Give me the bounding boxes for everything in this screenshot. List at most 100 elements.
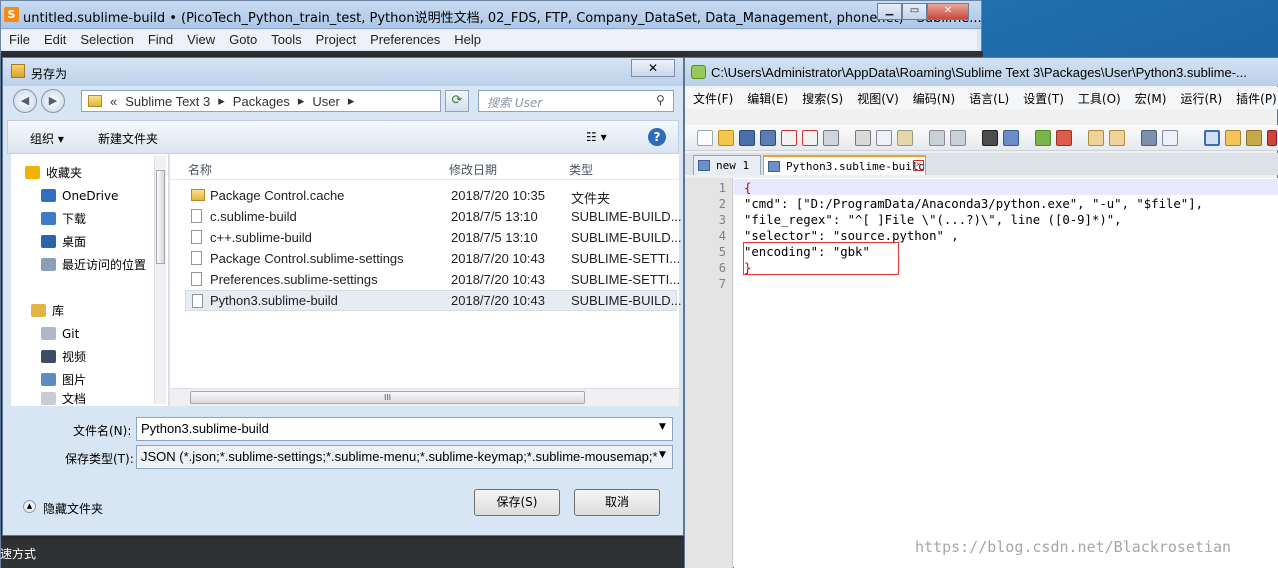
redo-icon[interactable] (950, 130, 966, 146)
nav-item-pictures[interactable]: 图片 (41, 368, 161, 391)
npp-menu-view[interactable]: 视图(V) (849, 87, 905, 109)
copy-icon[interactable] (876, 130, 892, 146)
code-editor[interactable]: { "cmd": ["D:/ProgramData/Anaconda3/pyth… (734, 178, 1278, 568)
back-arrow-icon[interactable]: ◀ (13, 89, 37, 113)
nav-item-desktop[interactable]: 桌面 (41, 230, 161, 253)
horizontal-scrollbar[interactable]: III (170, 388, 679, 406)
view-options-icon[interactable]: ☷ ▾ (586, 130, 607, 144)
address-bar[interactable]: « Sublime Text 3 ▸ Packages ▸ User ▸ (81, 90, 441, 112)
chevron-down-icon[interactable]: ▼ (659, 422, 666, 432)
breadcrumb-sublime-text-3[interactable]: Sublime Text 3 (121, 94, 214, 109)
organize-button[interactable]: 组织 ▾ (30, 130, 64, 147)
help-icon[interactable]: ? (648, 128, 666, 146)
open-file-icon[interactable] (718, 130, 734, 146)
tab-close-icon[interactable]: ✕ (913, 160, 924, 171)
file-row[interactable]: c.sublime-build 2018/7/5 13:10 SUBLIME-B… (185, 206, 682, 227)
forward-arrow-icon[interactable]: ▶ (41, 89, 65, 113)
nav-item-documents[interactable]: 文档 (41, 391, 161, 405)
npp-menu-encoding[interactable]: 编码(N) (905, 87, 961, 109)
file-row-selected[interactable]: Python3.sublime-build 2018/7/20 10:43 SU… (185, 290, 682, 311)
print-icon[interactable] (823, 130, 839, 146)
menu-tools[interactable]: Tools (263, 30, 307, 50)
record-macro-icon[interactable] (1267, 130, 1277, 146)
cancel-button[interactable]: 取消 (574, 489, 660, 516)
file-row[interactable]: Preferences.sublime-settings 2018/7/20 1… (185, 269, 680, 290)
show-symbols-icon[interactable] (1162, 130, 1178, 146)
tab-new-1[interactable]: new 1 (693, 155, 761, 175)
nav-item-onedrive[interactable]: OneDrive (41, 184, 161, 207)
nav-item-recent-places[interactable]: 最近访问的位置 (41, 253, 167, 276)
npp-menu-run[interactable]: 运行(R) (1172, 87, 1228, 109)
replace-icon[interactable] (1003, 130, 1019, 146)
zoom-out-icon[interactable] (1056, 130, 1072, 146)
nav-item-git[interactable]: Git (41, 322, 161, 345)
menu-selection[interactable]: Selection (72, 30, 139, 50)
chevron-up-icon[interactable]: ▲ (23, 500, 36, 513)
breadcrumb-packages[interactable]: Packages (229, 94, 294, 109)
npp-menu-file[interactable]: 文件(F) (685, 87, 739, 109)
npp-menu-edit[interactable]: 编辑(E) (739, 87, 794, 109)
file-row[interactable]: Package Control.cache 2018/7/20 10:35 文件… (185, 185, 677, 206)
paste-icon[interactable] (897, 130, 913, 146)
menu-view[interactable]: View (179, 30, 221, 50)
npp-menu-search[interactable]: 搜索(S) (794, 87, 849, 109)
new-file-icon[interactable] (697, 130, 713, 146)
chevron-down-icon[interactable]: ▼ (659, 450, 666, 460)
npp-menu-plugins[interactable]: 插件(P) (1228, 87, 1278, 109)
npp-menu-language[interactable]: 语言(L) (961, 87, 1015, 109)
zoom-in-icon[interactable] (1035, 130, 1051, 146)
close-file-icon[interactable] (781, 130, 797, 146)
nav-item-favorites[interactable]: 收藏夹 (25, 161, 161, 184)
maximize-button[interactable]: ▭ (902, 3, 927, 20)
nav-item-videos[interactable]: 视频 (41, 345, 161, 368)
nav-item-libraries[interactable]: 库 (31, 299, 161, 322)
file-row[interactable]: Package Control.sublime-settings 2018/7/… (185, 248, 680, 269)
menu-project[interactable]: Project (308, 30, 362, 50)
word-wrap-icon[interactable] (1141, 130, 1157, 146)
breadcrumb-separator-icon[interactable]: ▸ (294, 93, 309, 109)
menu-edit[interactable]: Edit (36, 30, 72, 50)
search-input[interactable]: 搜索 User (478, 90, 674, 112)
document-map-icon[interactable] (1246, 130, 1262, 146)
sync-horizontal-icon[interactable] (1109, 130, 1125, 146)
tab-python3-sublime-build[interactable]: Python3.sublime-build ✕ (763, 155, 926, 175)
close-all-icon[interactable] (802, 130, 818, 146)
column-type[interactable]: 类型 (569, 161, 593, 178)
column-date[interactable]: 修改日期 (449, 161, 497, 178)
minimize-button[interactable]: ▁ (877, 3, 902, 20)
breadcrumb-user[interactable]: User (308, 94, 343, 109)
breadcrumb-separator-icon[interactable]: ▸ (214, 93, 229, 109)
breadcrumb-overflow[interactable]: « (106, 94, 121, 109)
file-row[interactable]: c++.sublime-build 2018/7/5 13:10 SUBLIME… (185, 227, 682, 248)
refresh-icon[interactable]: ⟳ (445, 90, 469, 112)
find-icon[interactable] (982, 130, 998, 146)
dialog-close-button[interactable]: ✕ (631, 59, 675, 77)
filetype-select[interactable]: JSON (*.json;*.sublime-settings;*.sublim… (136, 445, 673, 469)
indent-guide-icon[interactable] (1204, 130, 1220, 146)
menu-help[interactable]: Help (446, 30, 487, 50)
breadcrumb-separator-icon[interactable]: ▸ (344, 93, 359, 109)
nav-scrollbar[interactable] (154, 156, 166, 404)
cut-icon[interactable] (855, 130, 871, 146)
search-icon[interactable]: ⚲ (656, 93, 665, 107)
filename-input[interactable]: Python3.sublime-build (136, 417, 673, 441)
undo-icon[interactable] (929, 130, 945, 146)
hide-folders-toggle[interactable]: 隐藏文件夹 (43, 500, 103, 517)
horizontal-scroll-thumb[interactable]: III (190, 391, 585, 404)
npp-menu-macro[interactable]: 宏(M) (1127, 87, 1173, 109)
nav-scroll-thumb[interactable] (156, 170, 165, 264)
language-icon[interactable] (1225, 130, 1241, 146)
save-button[interactable]: 保存(S) (474, 489, 560, 516)
save-icon[interactable] (739, 130, 755, 146)
menu-goto[interactable]: Goto (221, 30, 263, 50)
menu-preferences[interactable]: Preferences (362, 30, 446, 50)
menu-file[interactable]: File (1, 30, 36, 50)
save-all-icon[interactable] (760, 130, 776, 146)
sync-vertical-icon[interactable] (1088, 130, 1104, 146)
npp-menu-tools[interactable]: 工具(O) (1070, 87, 1127, 109)
column-name[interactable]: 名称 (188, 161, 212, 178)
nav-item-downloads[interactable]: 下载 (41, 207, 161, 230)
new-folder-button[interactable]: 新建文件夹 (98, 130, 158, 147)
npp-menu-settings[interactable]: 设置(T) (1015, 87, 1070, 109)
close-button[interactable]: ✕ (927, 3, 969, 20)
